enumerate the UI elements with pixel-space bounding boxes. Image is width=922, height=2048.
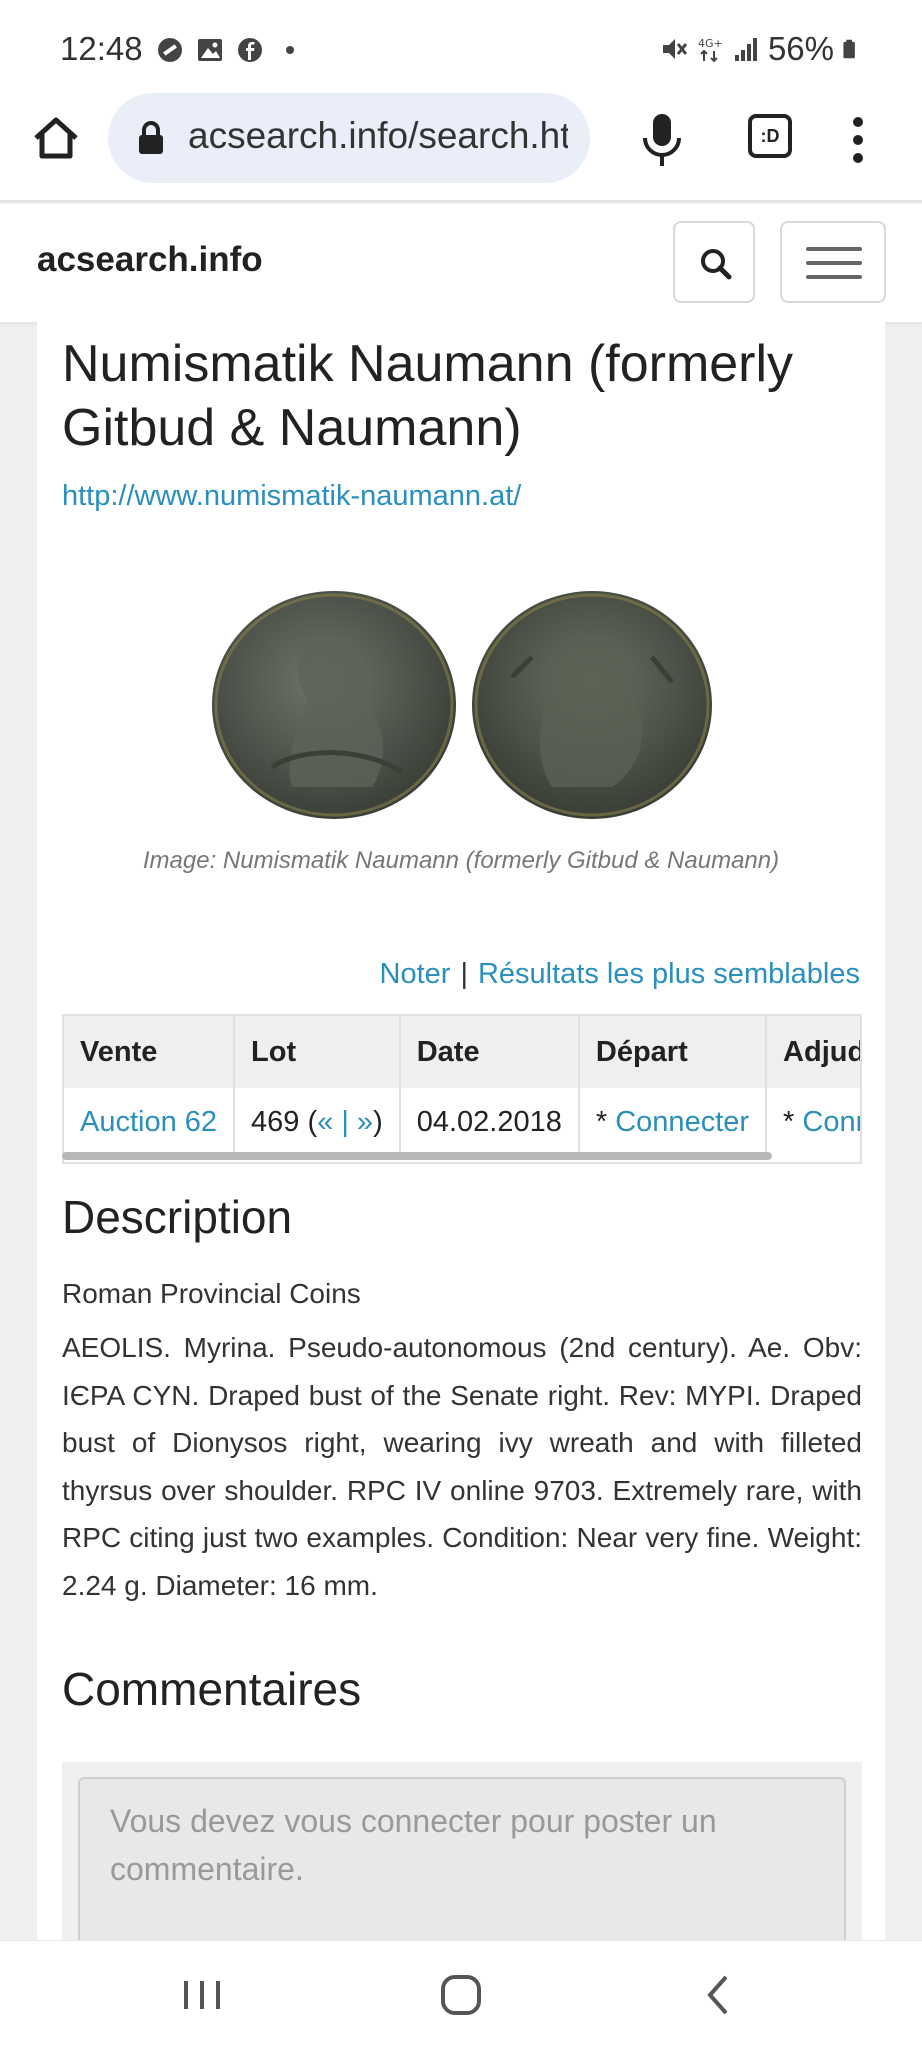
coin-reverse (472, 591, 712, 819)
menu-toggle-button[interactable] (780, 221, 886, 303)
lot-actions: Noter | Résultats les plus semblables (380, 958, 860, 991)
browser-toolbar: acsearch.info/search.html?id=4 :D (0, 90, 922, 202)
coin-image[interactable] (212, 587, 712, 837)
home-icon[interactable] (28, 110, 84, 166)
gallery-icon (198, 39, 222, 61)
col-header-sale: Vente (64, 1016, 236, 1088)
4g-icon: 4G+ (698, 37, 723, 63)
battery-icon (843, 39, 855, 59)
back-icon[interactable] (688, 1967, 748, 2023)
lot-nav-links[interactable]: « | » (317, 1106, 373, 1138)
do-not-disturb-icon (158, 38, 182, 62)
table-header-row: Vente Lot Date Départ Adjudication (64, 1016, 860, 1088)
table-scrollbar[interactable] (62, 1152, 772, 1160)
rate-link[interactable]: Noter (380, 958, 451, 990)
col-header-hammer: Adjudication (766, 1016, 860, 1088)
search-button[interactable] (673, 221, 755, 303)
signal-icon (734, 38, 757, 61)
hamburger-icon (806, 247, 862, 251)
cell-hammer: * Connecter (766, 1088, 860, 1156)
col-header-lot: Lot (234, 1016, 401, 1088)
lock-icon (139, 121, 163, 154)
site-header: acsearch.info (0, 204, 922, 322)
lot-table[interactable]: Vente Lot Date Départ Adjudication Aucti… (62, 1014, 862, 1164)
battery-percent: 56% (767, 30, 834, 67)
microphone-icon[interactable] (640, 110, 684, 170)
sale-link[interactable]: Auction 62 (80, 1106, 217, 1138)
hammer-login-link[interactable]: Connecter (802, 1106, 860, 1138)
auction-house-link[interactable]: http://www.numismatik-naumann.at/ (62, 480, 521, 513)
description-text: AEOLIS. Myrina. Pseudo-autonomous (2nd c… (62, 1332, 862, 1601)
col-header-date: Date (399, 1016, 580, 1088)
description-category: Roman Provincial Coins (62, 1278, 361, 1309)
more-options-icon[interactable] (848, 110, 868, 170)
image-caption: Image: Numismatik Naumann (formerly Gitb… (142, 847, 780, 874)
description-heading: Description (62, 1191, 293, 1243)
tab-switcher-button[interactable]: :D (748, 114, 792, 158)
col-header-start: Départ (578, 1016, 768, 1088)
status-bar: 12:48 4G+ 56% (0, 0, 922, 90)
facebook-icon (238, 38, 262, 62)
comment-panel: Vous devez vous connecter pour poster un… (62, 1762, 862, 1977)
comments-heading: Commentaires (62, 1663, 362, 1715)
similar-results-link[interactable]: Résultats les plus semblables (478, 958, 860, 990)
address-bar[interactable]: acsearch.info/search.html?id=4 (108, 93, 590, 183)
cell-lot: 469 (« | ») (234, 1088, 401, 1156)
main-content: Numismatik Naumann (formerly Gitbud & Na… (37, 322, 885, 1977)
tab-face-icon: :D (760, 125, 780, 146)
status-time: 12:48 (60, 30, 143, 67)
start-login-link[interactable]: Connecter (615, 1106, 749, 1138)
url-text[interactable]: acsearch.info/search.html?id=4 (188, 115, 568, 157)
svg-text:4G+: 4G+ (698, 37, 723, 50)
site-brand[interactable]: acsearch.info (37, 240, 263, 280)
dot-icon (286, 46, 294, 54)
coin-obverse (212, 591, 456, 819)
cell-date: 04.02.2018 (399, 1088, 580, 1156)
recent-apps-icon[interactable] (172, 1967, 232, 2023)
cell-sale: Auction 62 (64, 1088, 236, 1156)
table-row: Auction 62 469 (« | ») 04.02.2018 * Conn… (64, 1088, 860, 1156)
page-title: Numismatik Naumann (formerly Gitbud & Na… (62, 335, 794, 457)
search-icon (701, 249, 732, 280)
actions-separator: | (460, 958, 468, 990)
cell-start: * Connecter (578, 1088, 768, 1156)
home-button-icon[interactable] (431, 1967, 491, 2023)
mute-icon (662, 39, 688, 59)
system-navigation-bar (0, 1940, 922, 2048)
